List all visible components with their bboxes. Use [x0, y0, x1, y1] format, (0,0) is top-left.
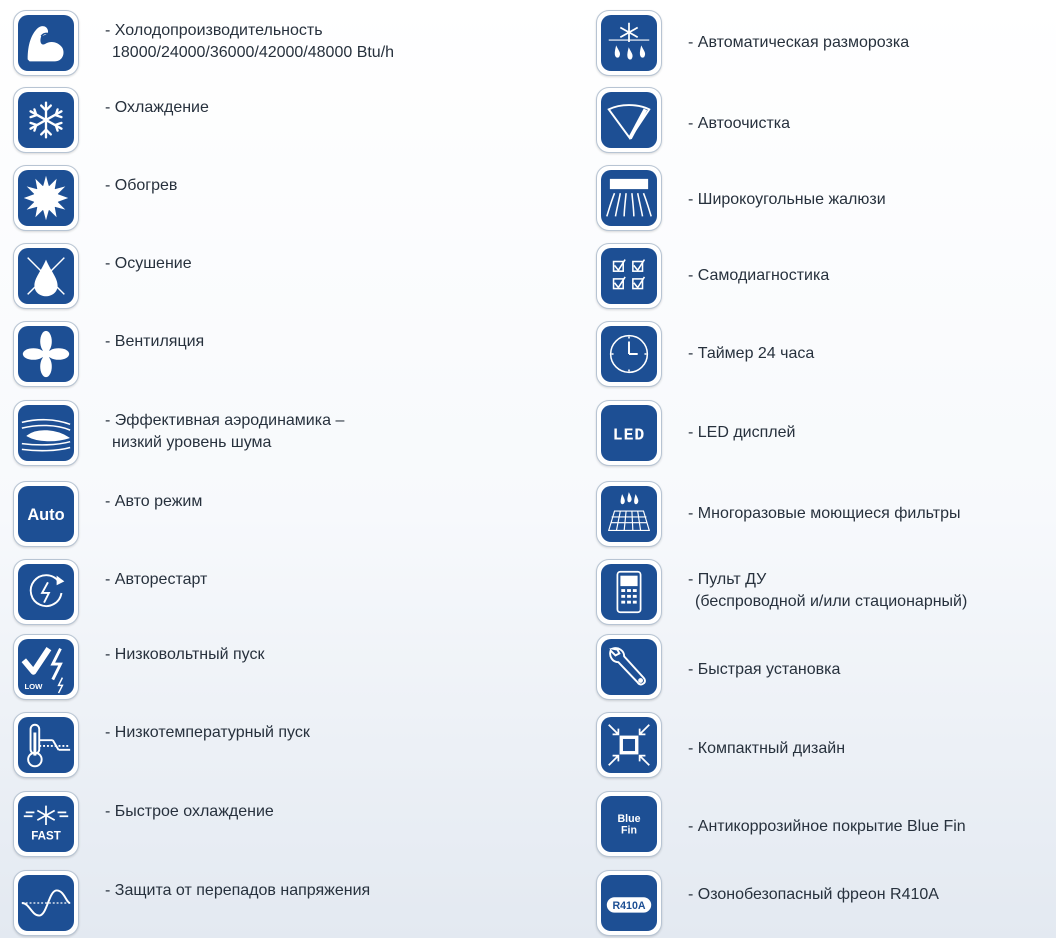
svg-text:Auto: Auto [27, 506, 64, 524]
restart-icon [13, 559, 79, 625]
feature-title: - Компактный дизайн [688, 740, 846, 757]
feature-title: - Автоочистка [688, 115, 791, 132]
feature-title: - Пульт ДУ [688, 571, 767, 588]
feature-label: - Самодиагностика [688, 265, 829, 287]
feature-label: - Пульт ДУ (беспроводной и/или стационар… [688, 569, 967, 613]
fan-icon [13, 321, 79, 387]
feature-title: - Низковольтный пуск [105, 646, 265, 663]
feature-title: - Многоразовые моющиеся фильтры [688, 505, 961, 522]
feature-title: - Антикоррозийное покрытие Blue Fin [688, 818, 966, 835]
clock-icon [596, 321, 662, 387]
feature-label: - Осушение [105, 253, 192, 275]
sun-icon [13, 165, 79, 231]
feature-title: - Холодопроизводительность [105, 22, 323, 39]
feature-title: - Авто режим [105, 493, 203, 510]
feature-label: - Авторестарт [105, 569, 207, 591]
feature-title: - LED дисплей [688, 424, 796, 441]
svg-text:FAST: FAST [31, 830, 61, 842]
thermometer-icon [13, 712, 79, 778]
feature-label: - Защита от перепадов напряжения [105, 880, 370, 902]
led-display-icon: LED [596, 400, 662, 466]
feature-title: - Таймер 24 часа [688, 345, 815, 362]
feature-label: - Быстрое охлаждение [105, 801, 274, 823]
feature-title: - Вентиляция [105, 333, 205, 350]
feature-label: - Эффективная аэродинамика – низкий уров… [105, 410, 344, 454]
checklist-icon [596, 243, 662, 309]
svg-text:R410A: R410A [612, 900, 645, 912]
feature-label: - Холодопроизводительность 18000/24000/3… [105, 20, 394, 64]
louver-icon [596, 165, 662, 231]
feature-subtitle: 18000/24000/36000/42000/48000 Btu/h [112, 44, 395, 61]
feature-title: - Защита от перепадов напряжения [105, 882, 371, 899]
feature-label: - Антикоррозийное покрытие Blue Fin [688, 816, 966, 838]
feature-label: - Охлаждение [105, 97, 209, 119]
feature-label: - Озонобезопасный фреон R410A [688, 884, 939, 906]
snowflake-icon [13, 87, 79, 153]
wiper-icon [596, 87, 662, 153]
feature-title: - Быстрое охлаждение [105, 803, 274, 820]
water-drop-icon [13, 243, 79, 309]
svg-text:LOW: LOW [24, 682, 43, 691]
auto-icon: Auto [13, 481, 79, 547]
feature-label: - Автоматическая разморозка [688, 32, 909, 54]
feature-title: - Осушение [105, 255, 192, 272]
feature-subtitle: (беспроводной и/или стационарный) [695, 593, 968, 610]
feature-label: - Низкотемпературный пуск [105, 722, 310, 744]
filter-icon [596, 481, 662, 547]
wrench-icon [596, 634, 662, 700]
feature-title: - Озонобезопасный фреон R410A [688, 886, 939, 903]
remote-control-icon [596, 559, 662, 625]
feature-title: - Быстрая установка [688, 661, 841, 678]
feature-label: - Многоразовые моющиеся фильтры [688, 503, 961, 525]
fast-cooling-icon: FAST [13, 791, 79, 857]
feature-title: - Автоматическая разморозка [688, 34, 910, 51]
airflow-icon [13, 400, 79, 466]
defrost-icon [596, 10, 662, 76]
low-voltage-icon: LOW [13, 634, 79, 700]
feature-title: - Широкоугольные жалюзи [688, 191, 886, 208]
feature-label: - Компактный дизайн [688, 738, 845, 760]
feature-title: - Охлаждение [105, 99, 209, 116]
sine-wave-icon [13, 870, 79, 936]
feature-title: - Обогрев [105, 177, 178, 194]
feature-label: - Вентиляция [105, 331, 204, 353]
compact-design-icon [596, 712, 662, 778]
blue-fin-icon: Blue Fin [596, 791, 662, 857]
svg-text:Fin: Fin [621, 825, 637, 837]
feature-title: - Самодиагностика [688, 267, 830, 284]
feature-label: - Авто режим [105, 491, 202, 513]
feature-label: - Низковольтный пуск [105, 644, 265, 666]
feature-title: - Авторестарт [105, 571, 208, 588]
feature-label: - Автоочистка [688, 113, 790, 135]
feature-label: - Быстрая установка [688, 659, 840, 681]
r410a-icon: R410A [596, 870, 662, 936]
svg-text:Blue: Blue [618, 813, 641, 825]
feature-label: - Таймер 24 часа [688, 343, 814, 365]
feature-label: - Широкоугольные жалюзи [688, 189, 886, 211]
feature-title: - Низкотемпературный пуск [105, 724, 310, 741]
feature-subtitle: низкий уровень шума [112, 434, 272, 451]
feature-title: - Эффективная аэродинамика – [105, 412, 345, 429]
feature-label: - Обогрев [105, 175, 177, 197]
feature-label: - LED дисплей [688, 422, 795, 444]
muscle-arm-icon [13, 10, 79, 76]
svg-text:LED: LED [613, 426, 645, 445]
